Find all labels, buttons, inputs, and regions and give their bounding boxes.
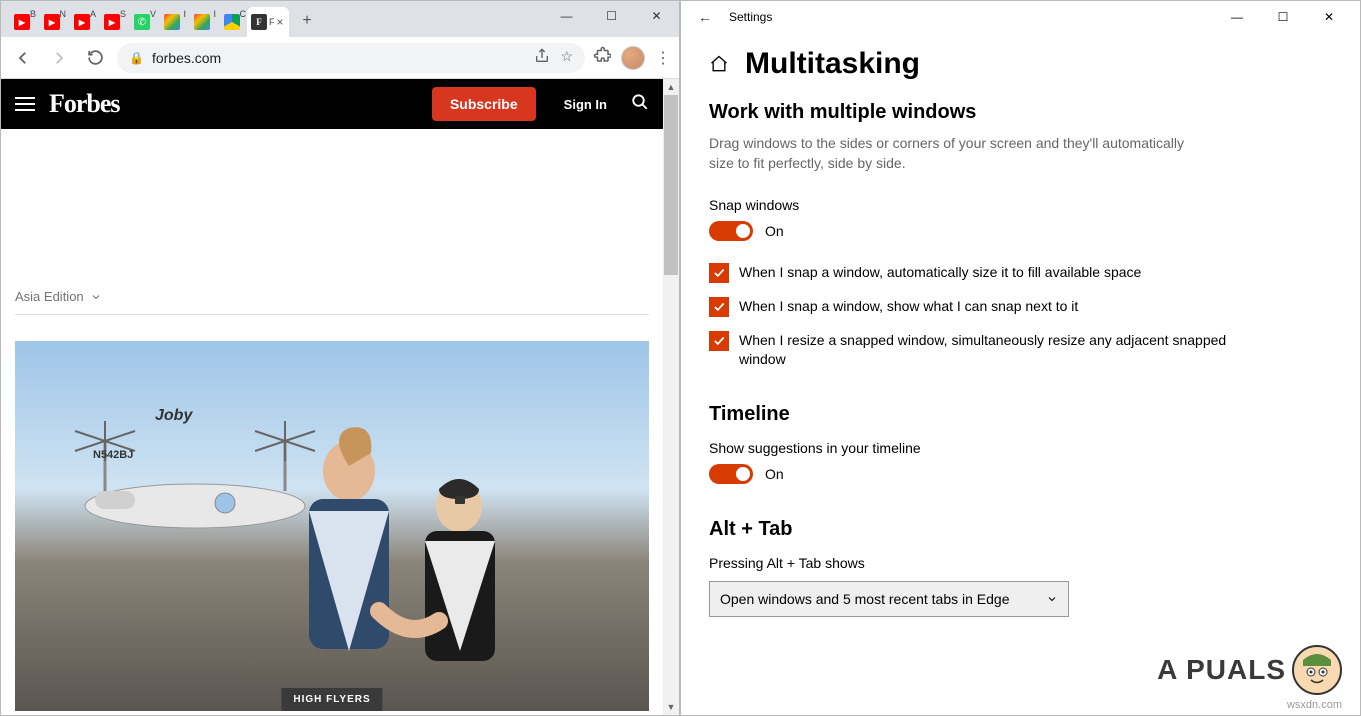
reload-button[interactable] [81, 44, 109, 72]
settings-titlebar: ← Settings — ☐ ✕ [681, 1, 1360, 33]
forward-button[interactable] [45, 44, 73, 72]
page-title: Multitasking [745, 47, 920, 81]
article-hero-image[interactable]: Joby N542BJ HIGH FLYERS [15, 341, 649, 711]
youtube-icon: ▶ [44, 14, 60, 30]
snap-windows-state: On [765, 223, 784, 239]
signin-link[interactable]: Sign In [564, 97, 607, 112]
tab-3[interactable]: ▶S [97, 7, 127, 37]
checkbox-show-next[interactable] [709, 297, 729, 317]
forbes-icon: F [251, 14, 267, 30]
chrome-toolbar: 🔒 forbes.com ☆ ⋮ [1, 37, 679, 79]
chevron-down-icon [1046, 593, 1058, 605]
alttab-dropdown-value: Open windows and 5 most recent tabs in E… [720, 591, 1010, 607]
url-text: forbes.com [152, 50, 221, 66]
scroll-down-icon[interactable]: ▼ [663, 699, 679, 715]
share-icon[interactable] [534, 48, 550, 67]
gdrive-icon [224, 14, 240, 30]
profile-avatar[interactable] [621, 46, 645, 70]
back-button[interactable] [9, 44, 37, 72]
article-category-badge: HIGH FLYERS [281, 688, 382, 711]
people-illustration [239, 411, 559, 711]
checkbox-resize-adjacent[interactable] [709, 331, 729, 351]
aircraft-tail-number: N542BJ [93, 449, 133, 461]
lock-icon: 🔒 [129, 51, 144, 65]
snap-windows-toggle[interactable] [709, 221, 753, 241]
youtube-icon: ▶ [104, 14, 120, 30]
chrome-content: Forbes Subscribe Sign In Asia Edition [1, 79, 679, 715]
window-title: Settings [729, 10, 772, 24]
menu-icon[interactable] [15, 97, 35, 111]
chrome-tabs: ▶B ▶N ▶A ▶S ✆V I I C FF× + [1, 1, 544, 37]
forbes-logo[interactable]: Forbes [49, 89, 120, 119]
chrome-menu-icon[interactable]: ⋮ [655, 48, 671, 68]
extensions-icon[interactable] [593, 46, 611, 69]
close-button[interactable]: ✕ [1306, 1, 1352, 33]
watermark-face-icon [1292, 645, 1342, 695]
youtube-icon: ▶ [14, 14, 30, 30]
section-timeline-title: Timeline [709, 403, 1332, 426]
checkbox-show-next-label: When I snap a window, show what I can sn… [739, 297, 1078, 316]
tab-7[interactable]: C [217, 7, 247, 37]
snap-windows-label: Snap windows [709, 197, 1332, 213]
gmail-icon [164, 14, 180, 30]
section-alttab-title: Alt + Tab [709, 518, 1332, 541]
chevron-down-icon [90, 291, 102, 303]
address-bar[interactable]: 🔒 forbes.com ☆ [117, 43, 585, 73]
minimize-button[interactable]: — [544, 1, 589, 31]
scrollbar-thumb[interactable] [664, 95, 678, 275]
forbes-body: Asia Edition [1, 129, 663, 715]
tab-5[interactable]: I [157, 7, 187, 37]
settings-window: ← Settings — ☐ ✕ Multitasking Work with … [680, 0, 1361, 716]
settings-body: Multitasking Work with multiple windows … [681, 33, 1360, 715]
chrome-window-controls: — ☐ ✕ [544, 1, 679, 31]
whatsapp-icon: ✆ [134, 14, 150, 30]
tab-0[interactable]: ▶B [7, 7, 37, 37]
tab-active[interactable]: FF× [247, 7, 289, 37]
timeline-suggest-label: Show suggestions in your timeline [709, 440, 1332, 456]
tab-6[interactable]: I [187, 7, 217, 37]
alttab-dropdown[interactable]: Open windows and 5 most recent tabs in E… [709, 581, 1069, 617]
maximize-button[interactable]: ☐ [1260, 1, 1306, 33]
chrome-titlebar: ▶B ▶N ▶A ▶S ✆V I I C FF× + — ☐ ✕ [1, 1, 679, 37]
subscribe-button[interactable]: Subscribe [432, 87, 536, 121]
tab-4[interactable]: ✆V [127, 7, 157, 37]
checkbox-resize-adjacent-label: When I resize a snapped window, simultan… [739, 331, 1229, 369]
section-work-title: Work with multiple windows [709, 101, 1332, 124]
section-work-desc: Drag windows to the sides or corners of … [709, 134, 1189, 173]
home-icon[interactable] [709, 54, 729, 74]
scroll-up-icon[interactable]: ▲ [663, 79, 679, 95]
watermark-site: wsxdn.com [1287, 699, 1342, 711]
youtube-icon: ▶ [74, 14, 90, 30]
close-button[interactable]: ✕ [634, 1, 679, 31]
tab-1[interactable]: ▶N [37, 7, 67, 37]
forbes-header: Forbes Subscribe Sign In [1, 79, 663, 129]
minimize-button[interactable]: — [1214, 1, 1260, 33]
close-icon[interactable]: × [277, 15, 284, 29]
checkbox-auto-size-label: When I snap a window, automatically size… [739, 263, 1141, 282]
tab-2[interactable]: ▶A [67, 7, 97, 37]
new-tab-button[interactable]: + [293, 7, 321, 35]
timeline-suggest-state: On [765, 466, 784, 482]
checkbox-auto-size[interactable] [709, 263, 729, 283]
timeline-suggest-toggle[interactable] [709, 464, 753, 484]
edition-dropdown[interactable]: Asia Edition [15, 289, 649, 315]
bookmark-icon[interactable]: ☆ [560, 48, 573, 67]
maximize-button[interactable]: ☐ [589, 1, 634, 31]
scrollbar[interactable]: ▲ ▼ [663, 79, 679, 715]
search-icon[interactable] [631, 93, 649, 116]
page-heading: Multitasking [709, 47, 1332, 81]
back-button[interactable]: ← [689, 9, 721, 25]
alttab-label: Pressing Alt + Tab shows [709, 555, 1332, 571]
watermark: A PUALS [1157, 645, 1342, 695]
aircraft-brand: Joby [155, 407, 192, 425]
chrome-window: ▶B ▶N ▶A ▶S ✆V I I C FF× + — ☐ ✕ 🔒 forbe… [0, 0, 680, 716]
gmail-icon [194, 14, 210, 30]
